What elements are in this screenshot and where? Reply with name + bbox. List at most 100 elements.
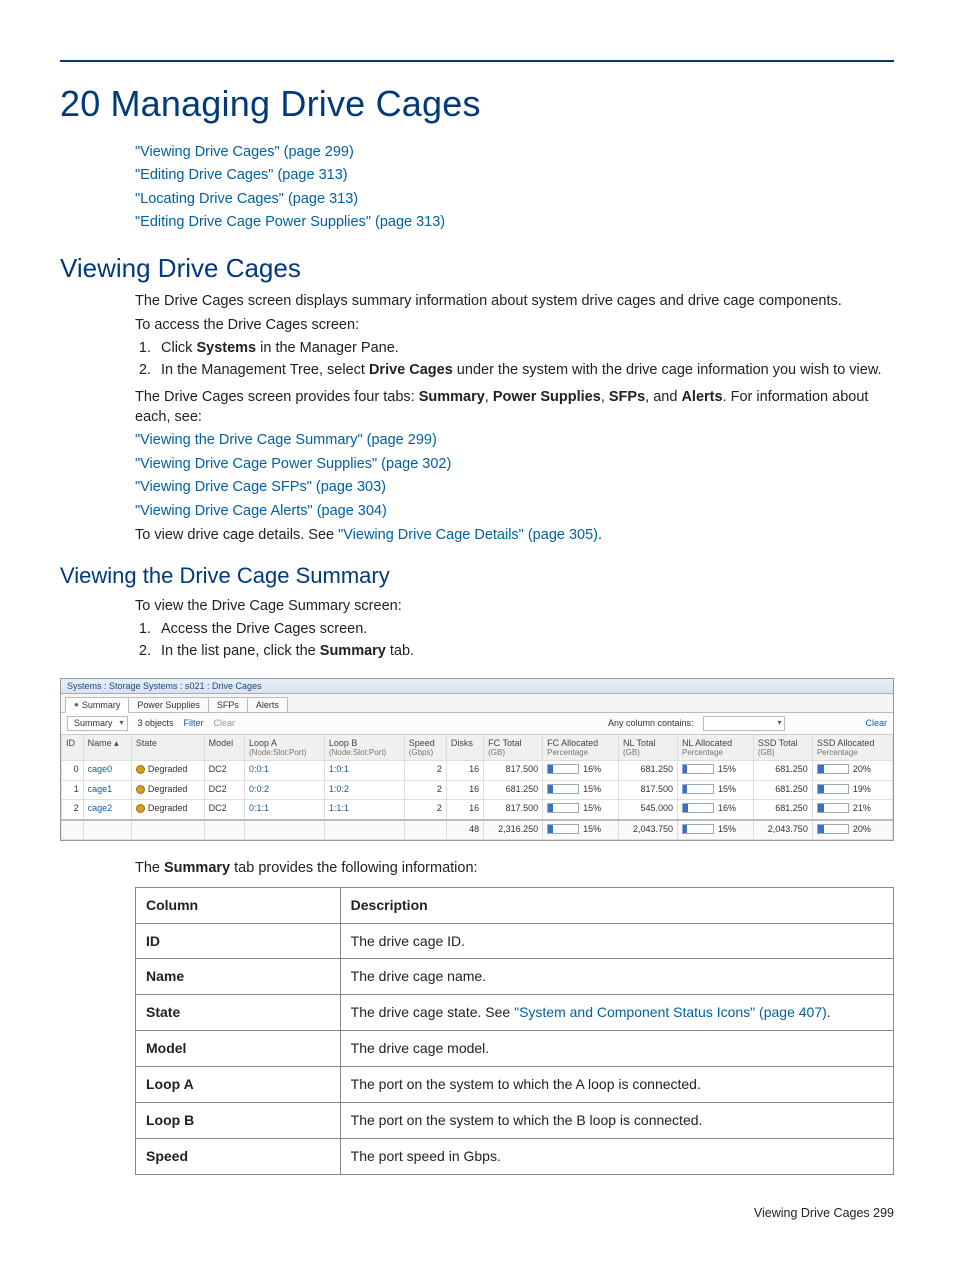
totals-ssa: 20% [812, 820, 892, 840]
link-view-summary[interactable]: "Viewing the Drive Cage Summary" (page 2… [135, 432, 437, 448]
desc-th-description: Description [340, 887, 893, 923]
link-view-power[interactable]: "Viewing Drive Cage Power Supplies" (pag… [135, 456, 451, 472]
tab-power-supplies[interactable]: Power Supplies [128, 697, 209, 712]
col-nlalloc-label: NL Allocated [682, 738, 732, 748]
desc-text: The drive cage state. See "System and Co… [340, 995, 893, 1031]
col-ssdtotal-sub: (GB) [758, 748, 808, 757]
link-editing-drive-cages[interactable]: "Editing Drive Cages" (page 313) [135, 167, 348, 183]
table-row[interactable]: 1cage1DegradedDC20:0:21:0:2216681.25015%… [62, 780, 893, 800]
link-viewing-drive-cages[interactable]: "Viewing Drive Cages" (page 299) [135, 144, 354, 160]
tab-alerts[interactable]: Alerts [247, 697, 288, 712]
col-ssdalloc[interactable]: SSD AllocatedPercentage [812, 735, 892, 761]
step4-bold: Summary [320, 643, 386, 659]
table-row: NameThe drive cage name. [136, 959, 894, 995]
summary-intro: To view the Drive Cage Summary screen: [135, 597, 894, 617]
shot-toolbar: Summary 3 objects Filter Clear Any colum… [61, 713, 893, 734]
tab-sfps[interactable]: SFPs [208, 697, 248, 712]
col-nlalloc-sub: Percentage [682, 748, 749, 757]
table-row[interactable]: 0cage0DegradedDC20:0:11:0:1216817.50016%… [62, 761, 893, 781]
tabs-b3: SFPs [609, 389, 645, 405]
col-ssdalloc-sub: Percentage [817, 748, 888, 757]
tabs-b1: Summary [419, 389, 485, 405]
tabs-pre: The Drive Cages screen provides four tab… [135, 389, 419, 405]
link-locating-drive-cages[interactable]: "Locating Drive Cages" (page 313) [135, 191, 358, 207]
col-fctotal-sub: (GB) [488, 748, 538, 757]
totals-nlt: 2,043.750 [618, 820, 677, 840]
access-steps: Click Systems in the Manager Pane. In th… [135, 339, 894, 380]
step4-pre: In the list pane, click the [161, 643, 320, 659]
col-fcalloc-sub: Percentage [547, 748, 614, 757]
col-loopa-sub: (Node:Slot:Port) [249, 748, 320, 757]
col-fctotal[interactable]: FC Total(GB) [484, 735, 543, 761]
toolbar-clear[interactable]: Clear [214, 718, 236, 728]
col-state[interactable]: State [131, 735, 204, 761]
section-viewing-summary: Viewing the Drive Cage Summary [60, 561, 894, 591]
tab-summary[interactable]: Summary [65, 697, 129, 713]
toolbar-anycol-label: Any column contains: [608, 718, 694, 728]
col-speed-sub: (Gbps) [409, 748, 442, 757]
caption-bold: Summary [164, 860, 230, 876]
desc-col: Name [136, 959, 341, 995]
table-row: StateThe drive cage state. See "System a… [136, 995, 894, 1031]
col-ssdtotal[interactable]: SSD Total(GB) [753, 735, 812, 761]
link-view-alerts[interactable]: "Viewing Drive Cage Alerts" (page 304) [135, 503, 387, 519]
desc-link[interactable]: "System and Component Status Icons" (pag… [514, 1004, 827, 1020]
totals-sst: 2,043.750 [753, 820, 812, 840]
col-name[interactable]: Name ▴ [83, 735, 131, 761]
detail-post: . [598, 527, 602, 543]
totals-fct: 2,316.250 [484, 820, 543, 840]
tabs-b2: Power Supplies [493, 389, 601, 405]
step-4: In the list pane, click the Summary tab. [155, 642, 894, 662]
col-loopb-sub: (Node:Slot:Port) [329, 748, 400, 757]
step-1: Click Systems in the Manager Pane. [155, 339, 894, 359]
totals-disks: 48 [446, 820, 483, 840]
totals-fca: 15% [543, 820, 619, 840]
step-2: In the Management Tree, select Drive Cag… [155, 361, 894, 381]
table-row: SpeedThe port speed in Gbps. [136, 1138, 894, 1174]
col-loopa[interactable]: Loop A(Node:Slot:Port) [245, 735, 325, 761]
col-fcalloc[interactable]: FC AllocatedPercentage [543, 735, 619, 761]
table-row[interactable]: 2cage2DegradedDC20:1:11:1:1216817.50015%… [62, 800, 893, 820]
top-rule [60, 60, 894, 62]
col-model[interactable]: Model [204, 735, 244, 761]
toolbar-clear2[interactable]: Clear [865, 718, 887, 728]
toolbar-filter[interactable]: Filter [184, 718, 204, 728]
col-ssdalloc-label: SSD Allocated [817, 738, 875, 748]
link-view-sfps[interactable]: "Viewing Drive Cage SFPs" (page 303) [135, 479, 386, 495]
section-viewing-drive-cages: Viewing Drive Cages [60, 251, 894, 286]
table-row: ModelThe drive cage model. [136, 1031, 894, 1067]
col-nltotal[interactable]: NL Total(GB) [618, 735, 677, 761]
shot-tabs: SummaryPower SuppliesSFPsAlerts [61, 694, 893, 713]
col-disks[interactable]: Disks [446, 735, 483, 761]
col-speed[interactable]: Speed(Gbps) [404, 735, 446, 761]
desc-col: Loop B [136, 1103, 341, 1139]
toolbar-context-drop[interactable]: Summary [67, 716, 128, 730]
desc-text: The port speed in Gbps. [340, 1138, 893, 1174]
desc-text: The drive cage ID. [340, 923, 893, 959]
details-sentence: To view drive cage details. See "Viewing… [135, 526, 894, 546]
col-ssdtotal-label: SSD Total [758, 738, 798, 748]
totals-fca-label: 15% [583, 824, 601, 834]
desc-text: The port on the system to which the A lo… [340, 1067, 893, 1103]
caption-pre: The [135, 860, 164, 876]
chapter-title: Managing Drive Cages [110, 83, 480, 124]
step1-pre: Click [161, 340, 196, 356]
caption-post: tab provides the following information: [230, 860, 477, 876]
screenshot-drive-cages: Systems : Storage Systems : s021 : Drive… [60, 678, 894, 842]
shot-breadcrumb: Systems : Storage Systems : s021 : Drive… [61, 679, 893, 694]
col-nlalloc[interactable]: NL AllocatedPercentage [677, 735, 753, 761]
col-loopa-label: Loop A [249, 738, 277, 748]
summary-caption: The Summary tab provides the following i… [135, 859, 894, 879]
toolbar-anycol-input[interactable] [703, 716, 785, 730]
link-view-details[interactable]: "Viewing Drive Cage Details" (page 305) [338, 527, 598, 543]
column-description-table: Column Description IDThe drive cage ID.N… [135, 887, 894, 1175]
col-speed-label: Speed [409, 738, 435, 748]
col-id[interactable]: ID [62, 735, 84, 761]
col-name-label: Name [88, 738, 112, 748]
totals-nla-label: 15% [718, 824, 736, 834]
tabs-b4: Alerts [681, 389, 722, 405]
desc-th-column: Column [136, 887, 341, 923]
desc-text: The port on the system to which the B lo… [340, 1103, 893, 1139]
link-editing-power-supplies[interactable]: "Editing Drive Cage Power Supplies" (pag… [135, 214, 445, 230]
col-loopb[interactable]: Loop B(Node:Slot:Port) [324, 735, 404, 761]
